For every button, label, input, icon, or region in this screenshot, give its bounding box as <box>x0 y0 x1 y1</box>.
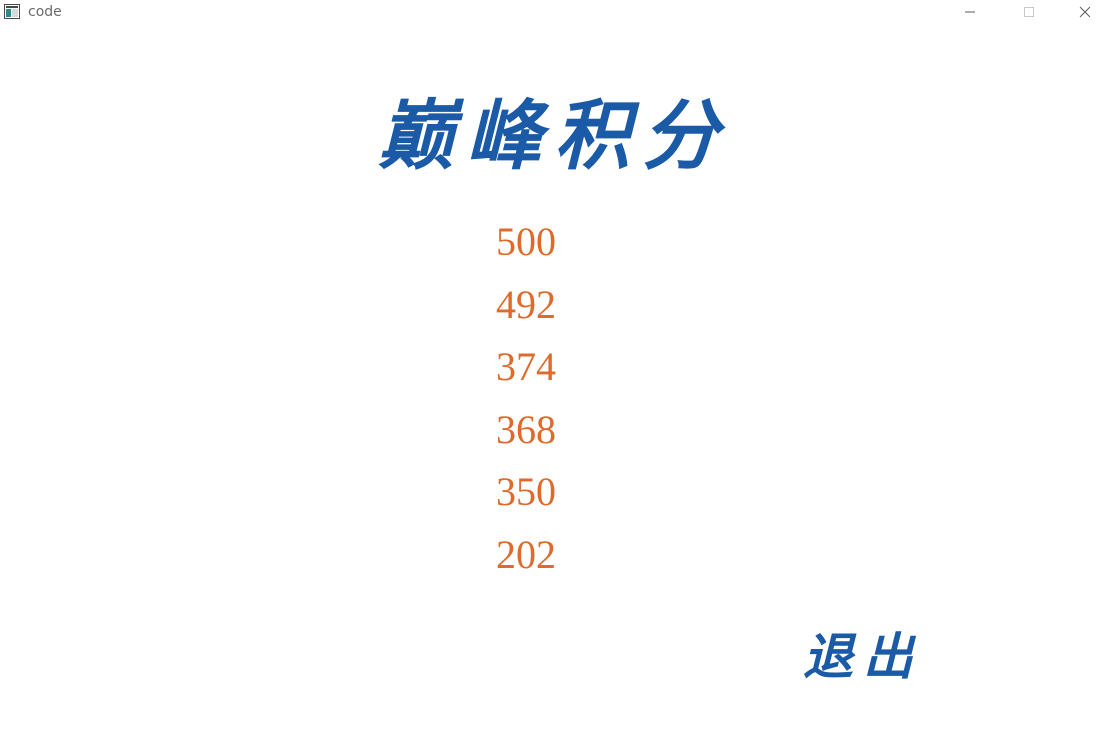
score-item: 350 <box>496 469 556 514</box>
window-title: code <box>28 4 62 20</box>
app-window-icon <box>4 4 20 19</box>
score-list: 500 492 374 368 350 202 <box>460 214 592 589</box>
score-item: 500 <box>496 219 556 264</box>
score-item: 368 <box>496 406 556 452</box>
minimize-button[interactable] <box>947 0 993 24</box>
score-item: 202 <box>496 531 556 577</box>
exit-button[interactable]: 退出 <box>800 622 926 692</box>
page-title: 巅峰积分 <box>378 91 730 180</box>
maximize-button[interactable] <box>1006 0 1052 24</box>
window-titlebar[interactable]: code <box>0 0 1108 24</box>
maximize-icon <box>1023 6 1035 18</box>
close-button[interactable] <box>1062 0 1108 24</box>
close-icon <box>1079 6 1091 18</box>
score-item: 374 <box>496 344 556 389</box>
score-item: 492 <box>496 281 556 327</box>
minimize-icon <box>964 6 976 18</box>
